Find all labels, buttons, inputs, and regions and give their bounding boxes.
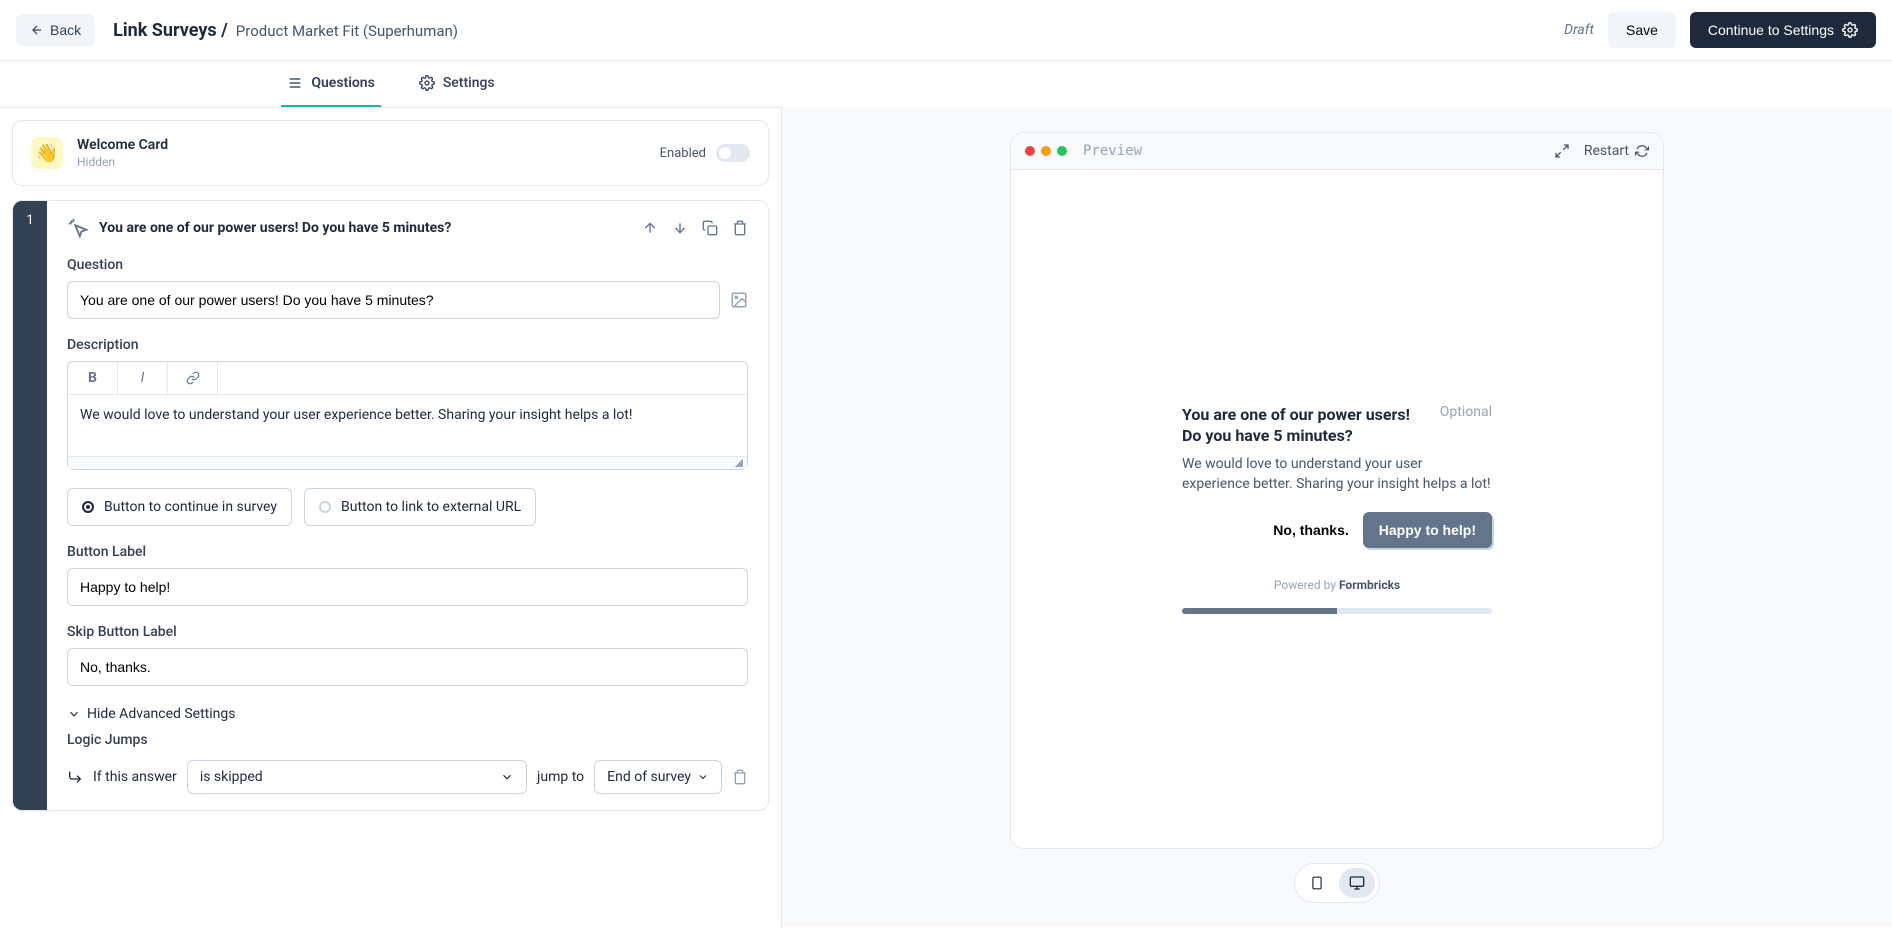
chevron-down-icon <box>697 771 709 783</box>
preview-description: We would love to understand your user ex… <box>1182 455 1492 494</box>
preview-panel: Preview Restart You are one of our power… <box>782 108 1892 927</box>
logic-jumps-label: Logic Jumps <box>67 732 748 748</box>
welcome-card[interactable]: 👋 Welcome Card Hidden Enabled <box>12 120 769 186</box>
radio-button-external[interactable]: Button to link to external URL <box>304 488 536 526</box>
tab-questions[interactable]: Questions <box>281 61 380 107</box>
description-editor[interactable]: B I We would love to understand your use… <box>67 361 748 470</box>
status-badge: Draft <box>1564 22 1594 38</box>
radio-external-label: Button to link to external URL <box>341 499 521 515</box>
preview-label: Preview <box>1083 143 1142 159</box>
question-number: 1 <box>13 201 47 810</box>
question-field-label: Question <box>67 257 748 273</box>
bold-button[interactable]: B <box>68 362 118 394</box>
logic-prefix: If this answer <box>93 769 177 785</box>
radio-continue-label: Button to continue in survey <box>104 499 277 515</box>
smartphone-icon <box>1310 874 1324 892</box>
back-button[interactable]: Back <box>16 14 95 46</box>
gear-icon <box>1842 22 1858 38</box>
editor-tabs: Questions Settings <box>0 61 782 108</box>
question-title: You are one of our power users! Do you h… <box>99 220 632 236</box>
move-down-icon[interactable] <box>672 220 688 236</box>
button-label-field-label: Button Label <box>67 544 748 560</box>
app-header: Back Link Surveys / Product Market Fit (… <box>0 0 1892 61</box>
powered-by: Powered by Formbricks <box>1182 578 1492 592</box>
breadcrumb-page: Product Market Fit (Superhuman) <box>236 22 458 40</box>
button-label-input[interactable] <box>67 568 748 606</box>
preview-optional-badge: Optional <box>1440 404 1492 420</box>
save-button[interactable]: Save <box>1608 12 1676 48</box>
chevron-down-icon <box>500 770 514 784</box>
device-toggle <box>1294 863 1380 903</box>
preview-primary-button[interactable]: Happy to help! <box>1363 512 1492 548</box>
italic-button[interactable]: I <box>118 362 168 394</box>
trash-icon[interactable] <box>732 220 748 236</box>
advanced-settings-toggle[interactable]: Hide Advanced Settings <box>67 706 748 722</box>
welcome-toggle[interactable] <box>716 144 750 162</box>
tab-settings-label: Settings <box>443 75 495 91</box>
refresh-icon <box>1635 144 1649 158</box>
skip-label-field-label: Skip Button Label <box>67 624 748 640</box>
question-input[interactable] <box>67 281 720 319</box>
wave-icon: 👋 <box>31 137 63 169</box>
tab-questions-label: Questions <box>311 75 374 91</box>
description-content[interactable]: We would love to understand your user ex… <box>68 395 747 457</box>
device-desktop-button[interactable] <box>1339 868 1375 898</box>
image-plus-icon[interactable] <box>730 291 748 309</box>
list-icon <box>287 75 303 91</box>
breadcrumb: Link Surveys / Product Market Fit (Super… <box>113 20 458 41</box>
logic-target-value: End of survey <box>607 769 691 785</box>
continue-label: Continue to Settings <box>1708 22 1834 38</box>
survey-card: You are one of our power users! Do you h… <box>1182 404 1492 614</box>
pointer-click-icon <box>67 217 89 239</box>
editor-panel: 👋 Welcome Card Hidden Enabled 1 You are … <box>0 108 782 927</box>
back-label: Back <box>50 22 81 38</box>
enabled-label: Enabled <box>660 146 706 161</box>
tab-settings[interactable]: Settings <box>413 61 501 107</box>
radio-button-continue[interactable]: Button to continue in survey <box>67 488 292 526</box>
logic-jump-to: jump to <box>537 769 584 785</box>
welcome-title: Welcome Card <box>77 137 646 153</box>
question-block: 1 You are one of our power users! Do you… <box>12 200 769 811</box>
progress-bar <box>1182 608 1492 614</box>
expand-icon[interactable] <box>1554 143 1570 159</box>
resize-handle[interactable] <box>68 457 747 469</box>
restart-button[interactable]: Restart <box>1584 143 1649 159</box>
preview-skip-button[interactable]: No, thanks. <box>1273 512 1348 548</box>
logic-jump-row: If this answer is skipped jump to End of… <box>67 760 748 794</box>
skip-label-input[interactable] <box>67 648 748 686</box>
chevron-down-icon <box>67 707 81 721</box>
breadcrumb-root: Link Surveys / <box>113 20 228 41</box>
logic-target-select[interactable]: End of survey <box>594 760 722 794</box>
arrow-left-icon <box>30 23 44 37</box>
window-dots <box>1025 146 1067 156</box>
restart-label: Restart <box>1584 143 1629 159</box>
welcome-subtitle: Hidden <box>77 155 646 169</box>
preview-question-title: You are one of our power users! Do you h… <box>1182 404 1428 447</box>
move-up-icon[interactable] <box>642 220 658 236</box>
device-mobile-button[interactable] <box>1299 868 1335 898</box>
description-field-label: Description <box>67 337 748 353</box>
monitor-icon <box>1348 875 1366 891</box>
gear-icon <box>419 75 435 91</box>
logic-condition-select[interactable]: is skipped <box>187 760 527 794</box>
logic-condition-value: is skipped <box>200 769 263 785</box>
continue-button[interactable]: Continue to Settings <box>1690 12 1876 48</box>
preview-frame: Preview Restart You are one of our power… <box>1010 132 1664 849</box>
corner-down-right-icon <box>67 769 83 785</box>
copy-icon[interactable] <box>702 220 718 236</box>
link-button[interactable] <box>168 362 218 394</box>
trash-icon[interactable] <box>732 769 748 785</box>
advanced-settings-label: Hide Advanced Settings <box>87 706 235 722</box>
